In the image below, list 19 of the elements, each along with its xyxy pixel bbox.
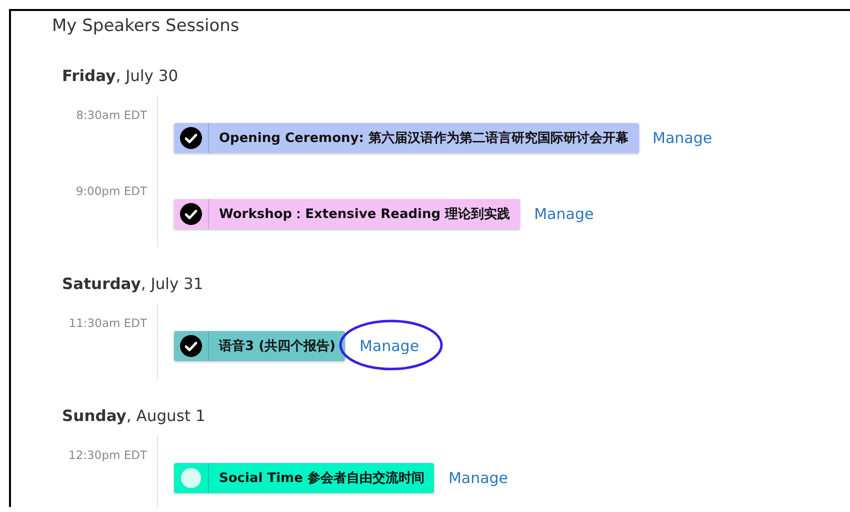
day-heading: Saturday, July 31 bbox=[62, 274, 204, 295]
empty-circle-icon bbox=[180, 467, 202, 489]
page-title: My Speakers Sessions bbox=[52, 15, 240, 38]
check-icon bbox=[180, 203, 202, 225]
session-time: 9:00pm EDT bbox=[74, 183, 148, 200]
session-time: 12:30pm EDT bbox=[68, 447, 148, 464]
session-time: 8:30am EDT bbox=[75, 107, 148, 124]
session-chip[interactable]: Social Time 参会者自由交流时间 bbox=[174, 463, 434, 493]
manage-link[interactable]: Manage bbox=[534, 205, 594, 223]
check-icon bbox=[180, 127, 202, 149]
day-heading: Friday, July 30 bbox=[62, 66, 180, 87]
manage-link[interactable]: Manage bbox=[652, 129, 712, 147]
session-chip[interactable]: 语音3 (共四个报告) bbox=[174, 331, 346, 361]
session-chip[interactable]: Workshop：Extensive Reading 理论到实践 bbox=[174, 199, 520, 229]
manage-link[interactable]: Manage bbox=[448, 469, 508, 487]
session-chip[interactable]: Opening Ceremony: 第六届汉语作为第二语言研究国际研讨会开幕 bbox=[174, 123, 638, 153]
session-time: 11:30am EDT bbox=[68, 315, 148, 332]
day-heading: Sunday, August 1 bbox=[62, 406, 206, 427]
check-icon bbox=[180, 335, 202, 357]
